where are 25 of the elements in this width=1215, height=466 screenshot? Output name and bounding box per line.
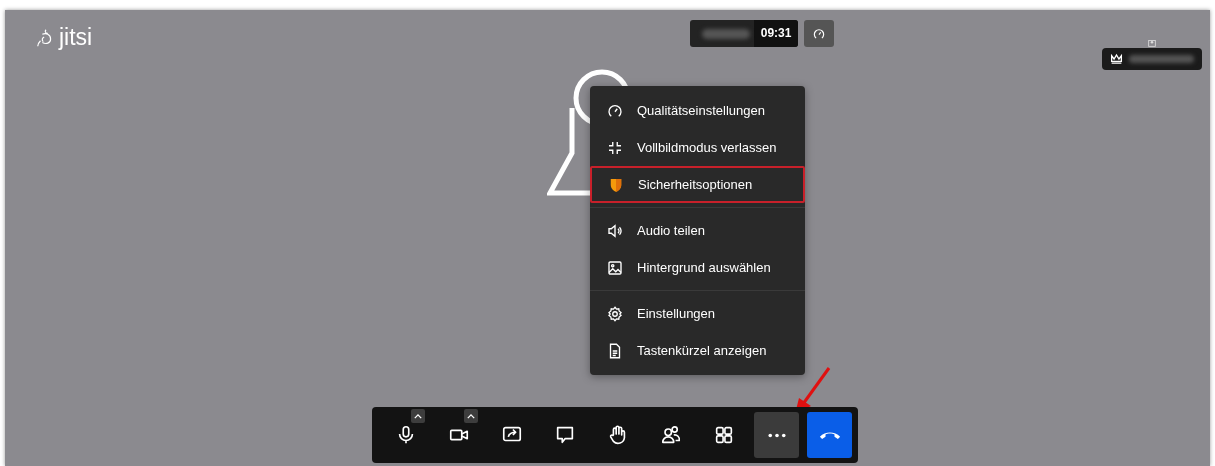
- people-icon: [659, 424, 682, 446]
- logo-text: jitsi: [59, 24, 93, 51]
- blurred-participant-name: [1129, 55, 1194, 63]
- crown-icon: [1110, 53, 1123, 65]
- menu-item[interactable]: Tastenkürzel anzeigen: [590, 332, 805, 369]
- menu-item[interactable]: Qualitätseinstellungen: [590, 92, 805, 129]
- hangup-button[interactable]: [807, 412, 852, 458]
- gauge-icon: [812, 26, 827, 41]
- phone-icon: [818, 430, 841, 440]
- menu-item[interactable]: Vollbildmodus verlassen: [590, 129, 805, 166]
- connection-quality-button[interactable]: [804, 20, 835, 47]
- options-caret-button[interactable]: [410, 409, 425, 423]
- blurred-meeting-name: [701, 28, 750, 39]
- menu-item[interactable]: Audio teilen: [590, 212, 805, 249]
- menu-item[interactable]: Einstellungen: [590, 295, 805, 332]
- meeting-timer: 09:31: [753, 20, 799, 47]
- image-icon: [606, 258, 624, 277]
- more-dots-icon: [767, 432, 786, 438]
- caret-icon: [413, 413, 422, 419]
- menu-item[interactable]: Hintergrund auswählen: [590, 249, 805, 286]
- menu-item[interactable]: Sicherheitsoptionen: [590, 166, 805, 203]
- speaker-icon: [606, 221, 624, 240]
- caret-icon: [466, 413, 475, 419]
- settings-icon: [606, 304, 624, 323]
- options-caret-button[interactable]: [463, 409, 478, 423]
